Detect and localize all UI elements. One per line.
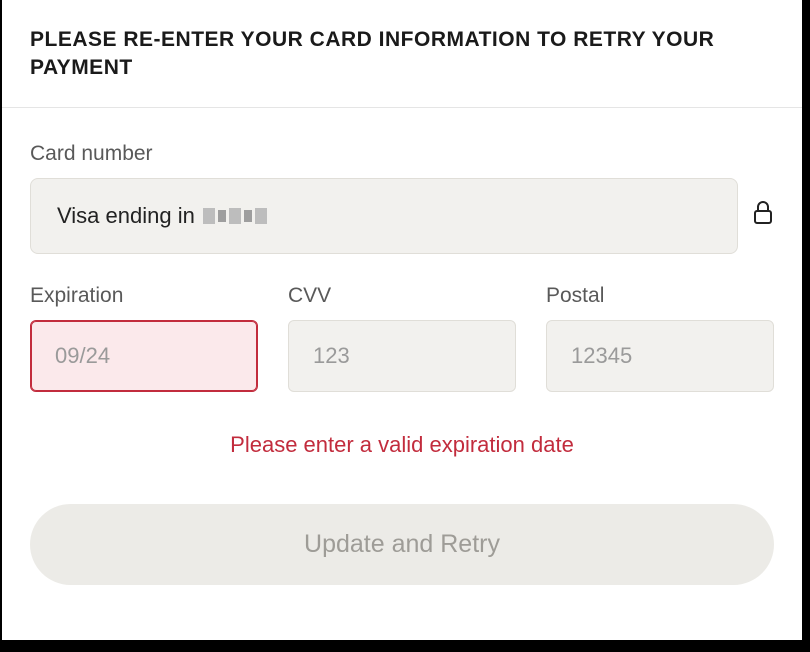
- modal-title: PLEASE RE-ENTER YOUR CARD INFORMATION TO…: [30, 26, 774, 83]
- card-display-prefix: Visa ending in: [57, 203, 195, 229]
- card-number-row: Visa ending in: [30, 178, 774, 254]
- card-last-four-redacted: [203, 208, 267, 224]
- expiration-input[interactable]: [30, 320, 258, 392]
- payment-retry-modal: PLEASE RE-ENTER YOUR CARD INFORMATION TO…: [2, 0, 802, 640]
- postal-field: Postal: [546, 284, 774, 392]
- cvv-input[interactable]: [288, 320, 516, 392]
- lock-icon: [752, 200, 774, 231]
- cvv-label: CVV: [288, 284, 516, 308]
- cvv-field: CVV: [288, 284, 516, 392]
- postal-label: Postal: [546, 284, 774, 308]
- modal-header: PLEASE RE-ENTER YOUR CARD INFORMATION TO…: [2, 0, 802, 108]
- postal-input[interactable]: [546, 320, 774, 392]
- validation-error-message: Please enter a valid expiration date: [30, 432, 774, 458]
- card-number-label: Card number: [30, 142, 774, 166]
- update-and-retry-button[interactable]: Update and Retry: [30, 504, 774, 585]
- card-detail-fields: Expiration CVV Postal: [30, 284, 774, 392]
- expiration-field: Expiration: [30, 284, 258, 392]
- expiration-label: Expiration: [30, 284, 258, 308]
- card-number-display: Visa ending in: [30, 178, 738, 254]
- payment-form: Card number Visa ending in Expiration: [2, 108, 802, 585]
